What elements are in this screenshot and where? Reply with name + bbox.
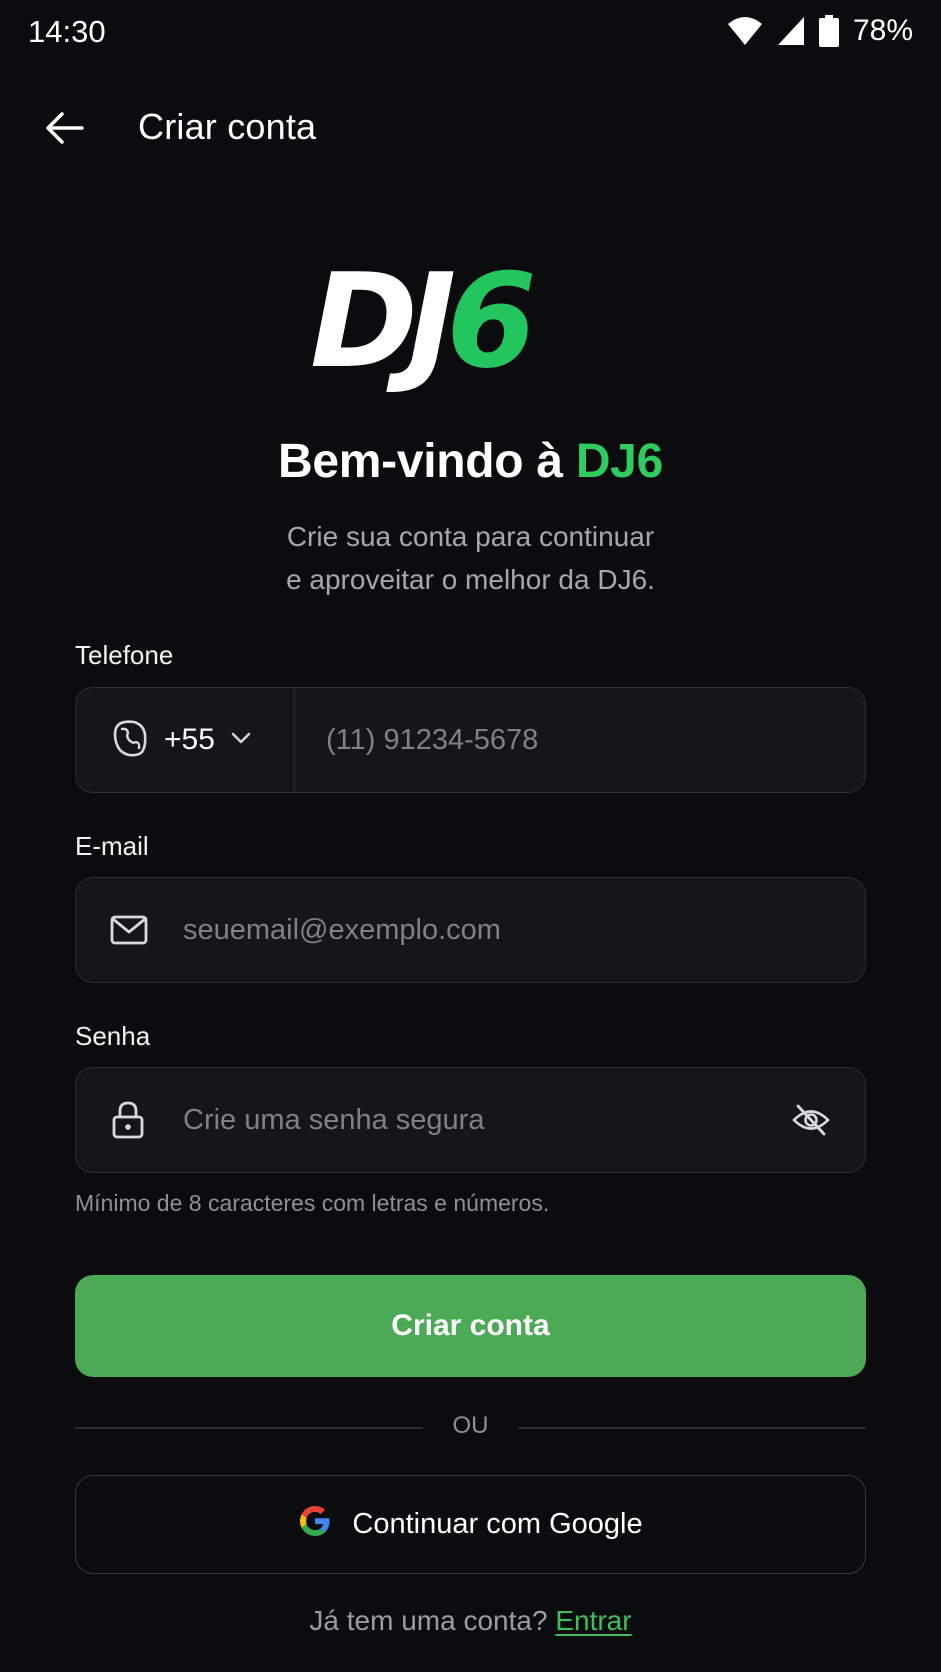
google-signin-label: Continuar com Google — [352, 1508, 643, 1540]
login-link[interactable]: Entrar — [555, 1605, 631, 1636]
logo-part-dj: DJ — [310, 245, 456, 397]
chevron-down-icon — [231, 731, 251, 750]
password-label: Senha — [75, 1021, 151, 1051]
welcome-prefix: Bem-vindo à — [278, 435, 576, 488]
create-account-label: Criar conta — [391, 1309, 550, 1342]
country-code-selector[interactable]: +55 — [76, 688, 295, 792]
email-input[interactable] — [183, 878, 843, 982]
status-icons: 78% — [727, 14, 913, 48]
email-field — [75, 877, 866, 983]
welcome-heading: Bem-vindo à DJ6 — [0, 434, 941, 489]
password-input[interactable] — [183, 1068, 743, 1172]
login-prompt: Já tem uma conta? Entrar — [0, 1605, 941, 1637]
login-prompt-text: Já tem uma conta? — [309, 1605, 548, 1636]
page-title: Criar conta — [138, 106, 317, 147]
password-hint: Mínimo de 8 caracteres com letras e núme… — [75, 1190, 550, 1216]
google-signin-button[interactable]: Continuar com Google — [75, 1475, 866, 1574]
back-button[interactable] — [36, 106, 92, 154]
email-label: E-mail — [75, 831, 149, 861]
phone-icon — [112, 719, 148, 762]
password-field — [75, 1067, 866, 1173]
signup-screen: 14:30 78% Criar conta DJ6 Bem-vindo à DJ… — [0, 0, 941, 1672]
wifi-icon — [727, 16, 763, 46]
phone-input[interactable] — [326, 688, 846, 792]
mail-icon — [110, 915, 148, 945]
lock-icon — [112, 1101, 144, 1139]
dj6-logo: DJ6 — [310, 256, 630, 386]
subtitle-line-2: e aproveitar o melhor da DJ6. — [286, 564, 655, 595]
arrow-left-icon — [44, 111, 84, 150]
or-divider: OU — [75, 1410, 866, 1446]
eye-off-icon[interactable] — [792, 1103, 830, 1137]
country-code: +55 — [164, 723, 215, 756]
phone-label: Telefone — [75, 640, 174, 670]
app-header: Criar conta — [0, 88, 941, 168]
battery-icon — [818, 15, 839, 47]
subtitle-line-1: Crie sua conta para continuar — [286, 521, 655, 552]
status-bar: 14:30 78% — [0, 0, 941, 62]
phone-field: +55 — [75, 687, 866, 793]
divider-line-right — [518, 1427, 866, 1429]
signal-icon — [777, 16, 805, 46]
logo-part-6: 6 — [446, 245, 537, 397]
google-icon — [298, 1504, 332, 1546]
divider-text: OU — [452, 1412, 489, 1439]
battery-percentage: 78% — [852, 14, 913, 47]
status-time: 14:30 — [28, 14, 106, 49]
create-account-button[interactable]: Criar conta — [75, 1275, 866, 1377]
welcome-subtitle: Crie sua conta para continuar e aproveit… — [0, 515, 941, 601]
welcome-brand: DJ6 — [575, 435, 663, 488]
